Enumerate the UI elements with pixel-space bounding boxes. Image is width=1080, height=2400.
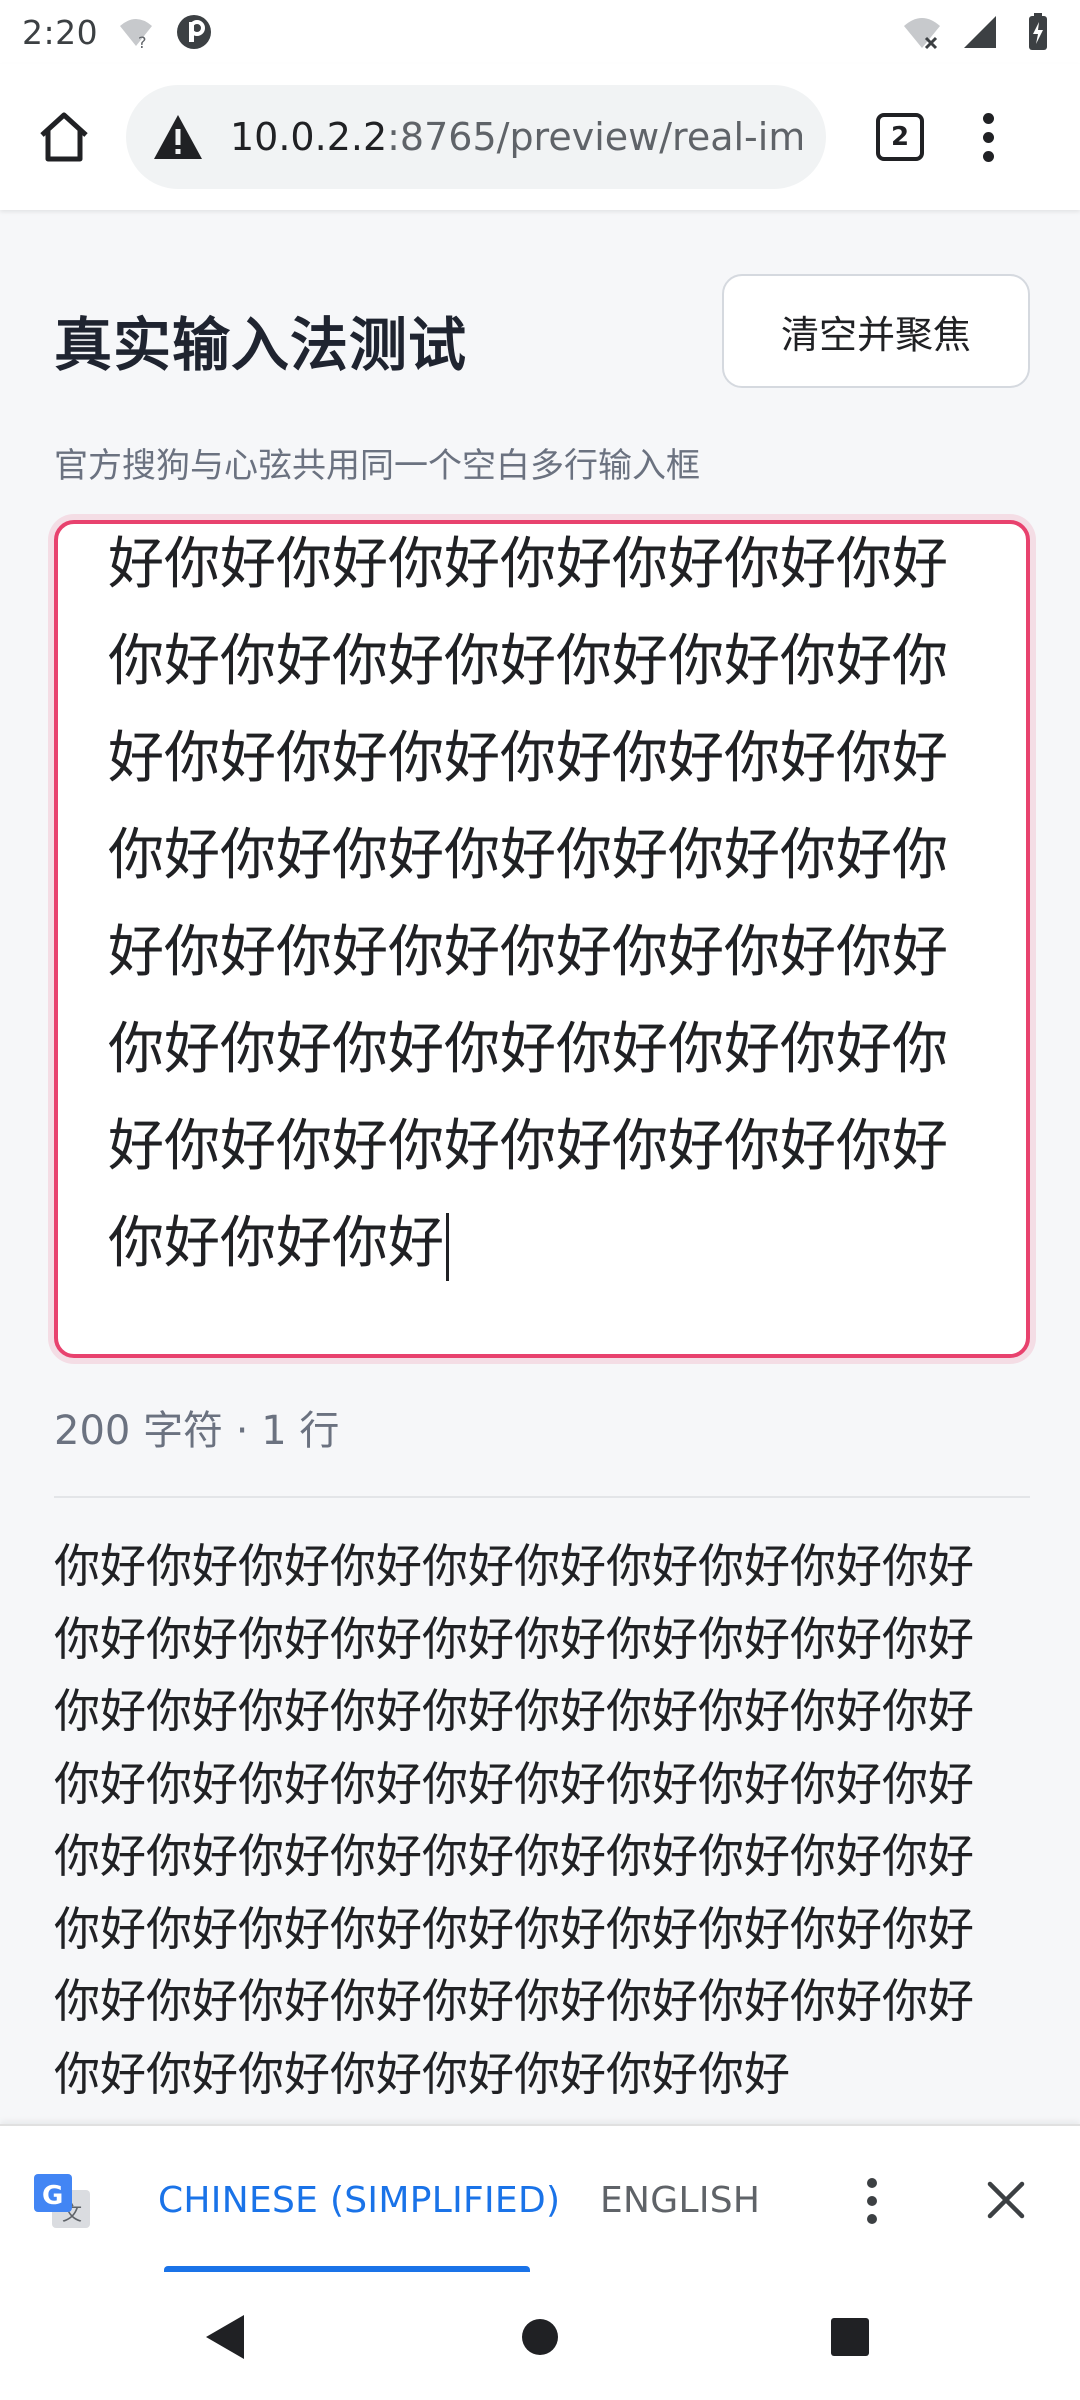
clear-and-focus-button[interactable]: 清空并聚焦 [722, 274, 1030, 388]
browser-toolbar: 10.0.2.2:8765/preview/real-im 2 [0, 64, 1080, 210]
wifi-question-icon: ? [120, 19, 153, 52]
more-vert-icon [867, 2178, 877, 2188]
status-bar: 2:20 ? [0, 0, 1080, 64]
app-notification-icon [177, 15, 212, 49]
text-caret [446, 1212, 449, 1281]
text-preview: 你好你好你好你好你好你好你好你好你好你好你好你好你好你好你好你好你好你好你好你好… [54, 1539, 974, 2101]
navigation-bar [0, 2272, 1080, 2400]
multiline-text-input[interactable]: 好你好你好你好你好你好你好你好你好你好你好你好你好你好你好你好你好你好你好你好你… [54, 520, 1030, 1358]
url-host: 10.0.2.2 [230, 115, 388, 159]
home-icon [40, 112, 88, 162]
url-bar[interactable]: 10.0.2.2:8765/preview/real-im [126, 85, 826, 189]
translate-menu-button[interactable] [852, 2166, 892, 2236]
battery-icon [1029, 13, 1047, 50]
status-bar-right [902, 12, 1058, 52]
recents-button[interactable] [815, 2302, 885, 2372]
tab-source-language[interactable]: CHINESE (SIMPLIFIED) [158, 2164, 560, 2236]
translate-bar: 文 G CHINESE (SIMPLIFIED) ENGLISH [0, 2124, 1080, 2274]
url-path: :8765/preview/real-im [387, 115, 802, 159]
status-bar-left: 2:20 ? [22, 12, 214, 52]
page-header: 真实输入法测试 清空并聚焦 [54, 274, 1030, 390]
page-content: 真实输入法测试 清空并聚焦 官方搜狗与心弦共用同一个空白多行输入框 好你好你好你… [0, 210, 1080, 2124]
back-button[interactable] [190, 2302, 260, 2372]
tab-target-language[interactable]: ENGLISH [600, 2164, 760, 2236]
google-translate-icon: 文 G [34, 2174, 90, 2228]
home-button[interactable] [24, 97, 104, 177]
url-text[interactable]: 10.0.2.2:8765/preview/real-im [230, 115, 802, 159]
divider [54, 1496, 1030, 1498]
wifi-off-icon [904, 18, 940, 50]
tab-count: 2 [890, 122, 910, 152]
signal-icon [964, 16, 996, 48]
svg-text:?: ? [138, 33, 147, 52]
svg-text:G: G [42, 2181, 63, 2211]
character-counter: 200 字符 · 1 行 [54, 1408, 340, 1454]
more-vert-icon [982, 112, 994, 124]
editor-text: 好你好你好你好你好你好你好你好你好你好你好你好你好你好你好你好你好你好你好你好你… [108, 532, 948, 1276]
page-subtitle: 官方搜狗与心弦共用同一个空白多行输入框 [54, 446, 700, 486]
editor-content[interactable]: 好你好你好你好你好你好你好你好你好你好你好你好你好你好你好你好你好你好你好你好你… [108, 524, 988, 1292]
back-triangle-icon [206, 2315, 244, 2359]
close-icon[interactable] [980, 2174, 1032, 2226]
page-title: 真实输入法测试 [54, 311, 468, 379]
home-circle-icon [522, 2319, 558, 2355]
warning-icon[interactable] [152, 113, 204, 161]
recents-square-icon [831, 2318, 869, 2356]
tab-switcher-button[interactable]: 2 [876, 113, 924, 161]
status-time: 2:20 [22, 12, 99, 52]
browser-menu-button[interactable] [968, 97, 1008, 177]
home-nav-button[interactable] [505, 2302, 575, 2372]
